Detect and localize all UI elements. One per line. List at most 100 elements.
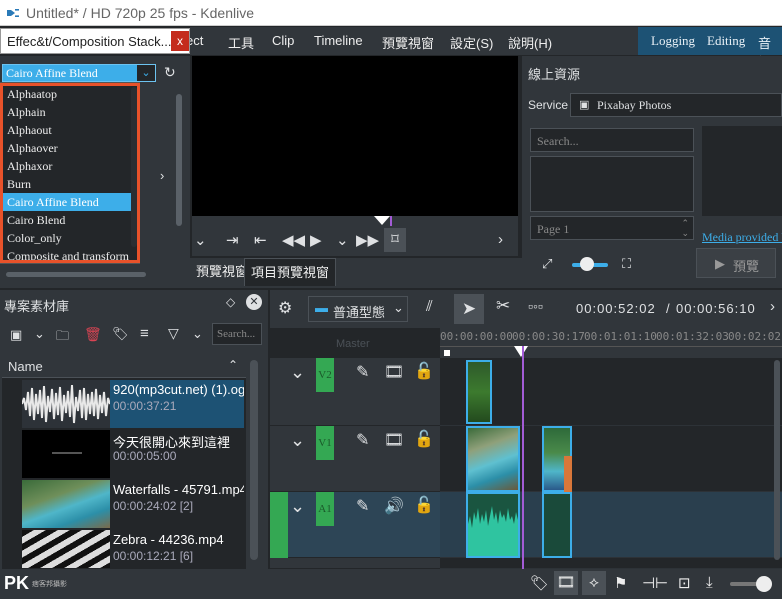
effects-icon[interactable]: ✎ bbox=[356, 430, 369, 450]
fast-forward-icon[interactable]: ▶▶ bbox=[356, 231, 379, 249]
menu-item-settings[interactable]: 設定(S) bbox=[450, 33, 493, 52]
menu-item-tools[interactable]: 工具 bbox=[228, 33, 254, 52]
zoom-slider-handle[interactable] bbox=[756, 576, 772, 592]
bin-search-input[interactable]: Search... bbox=[212, 323, 262, 345]
slip-tool-icon[interactable]: ▫◦▫ bbox=[528, 298, 543, 314]
zone-icon[interactable]: ⌑ bbox=[384, 228, 406, 252]
spacer-tool-icon[interactable]: ⫽ bbox=[426, 298, 433, 315]
video-clip[interactable] bbox=[466, 360, 492, 424]
menu-item-clip[interactable]: Clip bbox=[272, 33, 294, 48]
select-tool-icon[interactable]: ➤ bbox=[454, 294, 484, 324]
add-folder-icon[interactable]: 🗀 bbox=[56, 327, 69, 349]
list-item[interactable]: Alphaatop bbox=[1, 85, 137, 103]
lock-icon[interactable]: 🔓 bbox=[414, 429, 434, 449]
speaker-icon[interactable]: 🔊 bbox=[384, 496, 404, 516]
list-item[interactable]: Composite and transform bbox=[1, 247, 137, 263]
refresh-icon[interactable]: ↻ bbox=[164, 64, 176, 81]
audio-clip[interactable] bbox=[466, 492, 520, 558]
panel-scrollbar[interactable] bbox=[176, 94, 182, 226]
effect-stack-tab[interactable]: Effec&t/Composition Stack... x bbox=[0, 28, 190, 54]
menu-item-help[interactable]: 說明(H) bbox=[508, 33, 552, 52]
video-clip[interactable] bbox=[466, 426, 520, 492]
sort-up-icon[interactable]: ⌃ bbox=[228, 358, 238, 372]
list-item[interactable]: Alphaover bbox=[1, 139, 137, 157]
results-list[interactable] bbox=[530, 156, 694, 212]
service-select[interactable]: ▣ Pixabay Photos bbox=[570, 93, 782, 117]
composition-select[interactable]: Cairo Affine Blend ⌄ bbox=[2, 64, 156, 82]
provider-link[interactable]: Media provided b bbox=[702, 230, 782, 245]
chevron-down-icon[interactable]: ⌄ bbox=[34, 326, 45, 342]
bin-scrollbar[interactable] bbox=[250, 360, 258, 560]
list-item[interactable]: Waterfalls - 45791.mp4 00:00:24:02 [2] bbox=[22, 480, 244, 528]
timeline-ruler[interactable]: 00:00:00:00 00:00:30:17 00:01:01:10 00:0… bbox=[440, 328, 782, 358]
preview-button[interactable]: ▶ 預覽 bbox=[696, 248, 776, 278]
track-area-v2[interactable] bbox=[440, 358, 782, 426]
monitor-ruler[interactable] bbox=[192, 216, 518, 226]
filter-icon[interactable]: ▽ bbox=[168, 325, 179, 342]
snap-icon[interactable]: ⊣⊢ bbox=[642, 574, 668, 592]
chevron-right-icon[interactable]: › bbox=[498, 231, 503, 248]
menu-icon[interactable]: ≡ bbox=[140, 325, 149, 342]
chevron-down-icon[interactable]: ⌄ bbox=[290, 362, 305, 383]
set-out-icon[interactable]: ⇤ bbox=[254, 231, 267, 249]
list-item[interactable]: Cairo Blend bbox=[1, 211, 137, 229]
list-item[interactable]: Alphain bbox=[1, 103, 137, 121]
video-thumbnails-icon[interactable]: 🎞 bbox=[554, 571, 578, 595]
track-settings-icon[interactable]: ⚙ bbox=[278, 298, 292, 318]
list-item[interactable]: Color_only bbox=[1, 229, 137, 247]
tag-icon[interactable]: 🏷 bbox=[112, 326, 129, 342]
spin-arrows-icon[interactable]: ⌃ ⌄ bbox=[681, 218, 689, 238]
track-area-v1[interactable] bbox=[440, 426, 782, 492]
track-area-a1[interactable] bbox=[440, 492, 782, 558]
play-icon[interactable]: ▶ bbox=[310, 231, 322, 249]
edit-mode-select[interactable]: ▬ 普通型態 ⌄ bbox=[308, 296, 408, 322]
search-input[interactable]: Search... bbox=[530, 128, 694, 152]
tab-project-monitor[interactable]: 項目預覽視窗 bbox=[244, 258, 337, 286]
layout-logging[interactable]: Logging bbox=[651, 33, 695, 49]
video-icon[interactable]: 🎞 bbox=[384, 362, 404, 382]
effects-icon[interactable]: ✎ bbox=[356, 362, 369, 382]
lock-icon[interactable]: 🔓 bbox=[414, 495, 434, 515]
video-icon[interactable]: 🎞 bbox=[384, 430, 404, 450]
zoom-out-icon[interactable]: ⤓ bbox=[706, 574, 713, 591]
name-column-header[interactable]: Name ⌃ bbox=[2, 356, 246, 378]
list-item[interactable]: Alphaxor bbox=[1, 157, 137, 175]
fit-zoom-icon[interactable]: ⊡ bbox=[678, 574, 691, 592]
chevron-down-icon[interactable]: ⌄ bbox=[290, 496, 305, 517]
fullscreen-icon[interactable]: ⤢ bbox=[542, 256, 552, 272]
razor-tool-icon[interactable]: ✂ bbox=[496, 296, 510, 316]
zoom-slider-handle[interactable] bbox=[580, 257, 594, 271]
chevron-right-icon[interactable]: › bbox=[160, 168, 164, 183]
delete-icon[interactable]: 🗑 bbox=[84, 326, 102, 343]
chevron-down-icon[interactable]: ⌄ bbox=[137, 65, 155, 81]
list-item[interactable]: 920(mp3cut.net) (1).ogg 00:00:37:21 bbox=[22, 380, 244, 428]
composition-marker[interactable] bbox=[564, 456, 572, 492]
tag-icon[interactable]: 🏷 bbox=[530, 574, 549, 592]
zone-start-marker[interactable] bbox=[444, 350, 450, 356]
list-item[interactable]: 今天很開心來到這裡 00:00:05:00 bbox=[22, 430, 244, 478]
fit-icon[interactable]: ⛶ bbox=[622, 256, 631, 272]
chevron-down-icon[interactable]: ⌄ bbox=[336, 231, 349, 249]
float-icon[interactable]: ◇ bbox=[226, 295, 235, 309]
lock-icon[interactable]: 🔓 bbox=[414, 361, 434, 381]
close-icon[interactable]: ✕ bbox=[246, 294, 262, 310]
menu-item-monitor[interactable]: 預覽視窗 bbox=[382, 33, 434, 52]
set-in-icon[interactable]: ⇥ bbox=[226, 231, 239, 249]
track-active-indicator[interactable] bbox=[270, 492, 288, 558]
list-item[interactable]: Alphaout bbox=[1, 121, 137, 139]
playhead-marker-icon[interactable] bbox=[514, 346, 528, 358]
effects-icon[interactable]: ✎ bbox=[356, 496, 369, 516]
marker-icon[interactable]: ⚑ bbox=[614, 574, 627, 592]
list-item[interactable]: Burn bbox=[1, 175, 137, 193]
chevron-down-icon[interactable]: ⌄ bbox=[192, 326, 203, 342]
list-item[interactable]: Zebra - 44236.mp4 00:00:12:21 [6] bbox=[22, 530, 244, 568]
chevron-down-icon[interactable]: ⌄ bbox=[290, 430, 305, 451]
list-item-selected[interactable]: Cairo Affine Blend bbox=[1, 193, 137, 211]
close-icon[interactable]: x bbox=[171, 31, 189, 51]
timecode-current[interactable]: 00:00:52:02 bbox=[576, 301, 656, 316]
horizontal-scrollbar[interactable] bbox=[6, 272, 146, 277]
menu-item-timeline[interactable]: Timeline bbox=[314, 33, 363, 48]
chevron-right-icon[interactable]: › bbox=[770, 298, 775, 315]
layout-editing[interactable]: Editing bbox=[707, 33, 745, 49]
add-clip-icon[interactable]: ▣ bbox=[10, 327, 22, 343]
